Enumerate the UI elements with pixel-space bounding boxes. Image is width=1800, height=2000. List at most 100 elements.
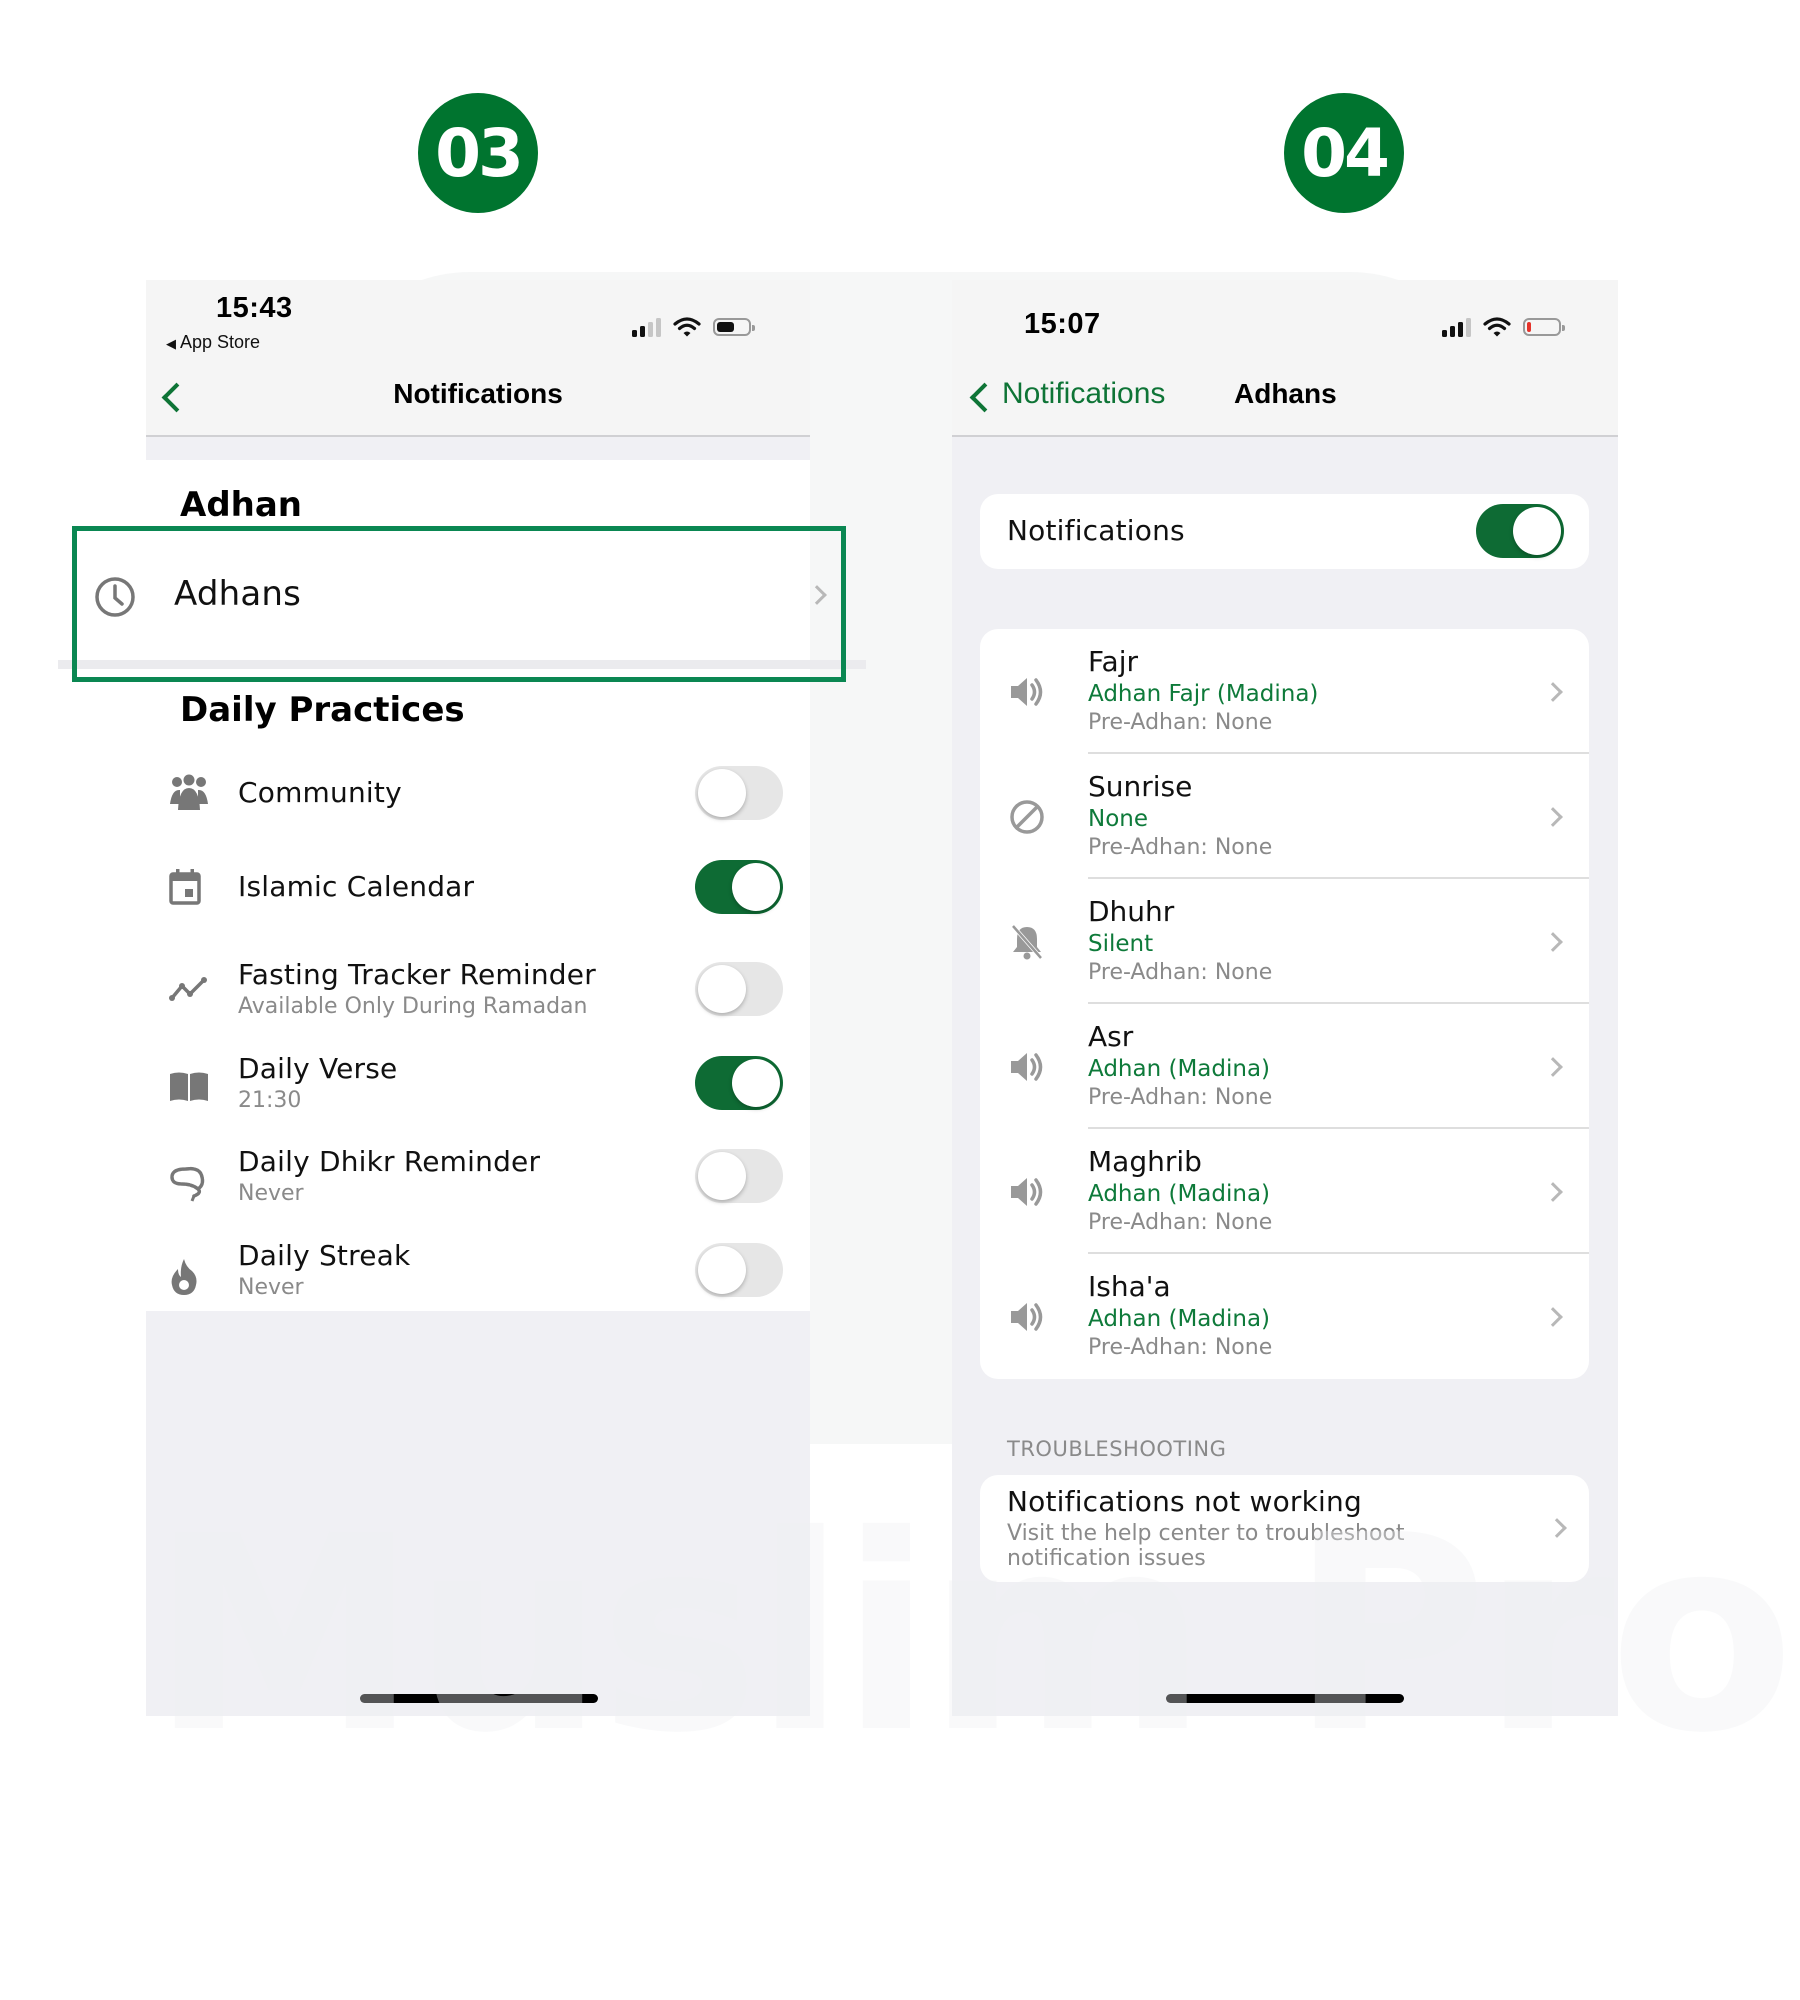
prayer-name: Maghrib [1088, 1145, 1202, 1178]
signal-bar [632, 330, 637, 337]
signal-bar [1458, 322, 1463, 337]
trend-line-icon [168, 976, 210, 1007]
wifi-icon [1483, 317, 1511, 337]
prayer-row-ishaa[interactable]: Isha'a Adhan (Madina) Pre-Adhan: None [980, 1254, 1589, 1379]
prayer-row-fajr[interactable]: Fajr Adhan Fajr (Madina) Pre-Adhan: None [980, 629, 1589, 754]
wifi-icon [673, 317, 701, 337]
prayer-sound: Silent [1088, 931, 1154, 957]
prayer-sound: Adhan (Madina) [1088, 1306, 1271, 1332]
section-header-adhan: Adhan [180, 485, 303, 525]
step-number: 03 [435, 114, 524, 192]
daily-practice-row: Daily Dhikr Reminder Never [146, 1145, 810, 1225]
prayer-pre-adhan: Pre-Adhan: None [1088, 710, 1273, 735]
community-icon [168, 774, 210, 817]
highlight-box [72, 526, 846, 682]
prayer-name: Fajr [1088, 645, 1138, 678]
book-icon [168, 1070, 210, 1109]
row-subtitle: Never [238, 1181, 304, 1206]
islamic-calendar-toggle[interactable] [695, 860, 783, 914]
prayer-name: Dhuhr [1088, 895, 1175, 928]
daily-practice-row: Islamic Calendar [146, 860, 810, 942]
step-badge-03: 03 [418, 93, 538, 213]
prayer-sound: Adhan Fajr (Madina) [1088, 681, 1319, 707]
page-title: Adhans [1234, 378, 1337, 409]
signal-bar [648, 322, 653, 337]
prayer-sound: Adhan (Madina) [1088, 1181, 1271, 1207]
daily-practice-row: Daily Verse 21:30 [146, 1052, 810, 1132]
row-title: Daily Dhikr Reminder [238, 1145, 541, 1178]
watermark-text: Muslim Pro [150, 1477, 1795, 1792]
cellular-signal-icon [632, 317, 661, 337]
signal-bar [1450, 326, 1455, 337]
status-icons [1442, 316, 1565, 338]
back-label: Notifications [1002, 377, 1166, 410]
prayer-list: Fajr Adhan Fajr (Madina) Pre-Adhan: None Su… [980, 629, 1589, 1379]
page-title: Notifications [393, 378, 563, 409]
status-time: 15:07 [1024, 308, 1101, 340]
back-to-app-link[interactable]: ◀ App Store [166, 332, 260, 353]
chevron-left-icon [969, 382, 1000, 413]
daily-practice-row: Fasting Tracker Reminder Available Only D… [146, 958, 810, 1038]
daily-streak-toggle[interactable] [695, 1243, 783, 1297]
row-subtitle: 21:30 [238, 1088, 302, 1113]
speaker-icon [1008, 1298, 1046, 1336]
step-badge-04: 04 [1284, 93, 1404, 213]
battery-icon [713, 318, 755, 336]
chevron-right-icon [1543, 807, 1563, 827]
status-icons [632, 316, 755, 338]
signal-bar [656, 318, 661, 337]
prayer-name: Isha'a [1088, 1270, 1171, 1303]
section-header-daily-practices: Daily Practices [180, 690, 465, 730]
prayer-row-maghrib[interactable]: Maghrib Adhan (Madina) Pre-Adhan: None [980, 1129, 1589, 1254]
prayer-pre-adhan: Pre-Adhan: None [1088, 1335, 1273, 1360]
nav-bar: 15:07 Notifications Adhans [952, 280, 1618, 437]
daily-practice-row: Community [146, 766, 810, 848]
speaker-icon [1008, 1173, 1046, 1211]
daily-dhikr-reminder-toggle[interactable] [695, 1149, 783, 1203]
cellular-signal-icon [1442, 317, 1471, 337]
signal-bar [1466, 318, 1471, 337]
row-title: Islamic Calendar [238, 870, 475, 903]
prayer-pre-adhan: Pre-Adhan: None [1088, 1085, 1273, 1110]
prayer-pre-adhan: Pre-Adhan: None [1088, 960, 1273, 985]
prayer-sound: Adhan (Madina) [1088, 1056, 1271, 1082]
step-number: 04 [1301, 114, 1390, 192]
prayer-row-asr[interactable]: Asr Adhan (Madina) Pre-Adhan: None [980, 1004, 1589, 1129]
chevron-right-icon [1543, 1182, 1563, 1202]
back-button[interactable]: Notifications [966, 372, 1176, 416]
notifications-label: Notifications [1007, 514, 1185, 547]
prayer-row-sunrise[interactable]: Sunrise None Pre-Adhan: None [980, 754, 1589, 879]
fasting-tracker-reminder-toggle[interactable] [695, 962, 783, 1016]
prayer-pre-adhan: Pre-Adhan: None [1088, 835, 1273, 860]
row-subtitle: Never [238, 1275, 304, 1300]
community-toggle[interactable] [695, 766, 783, 820]
prayer-name: Sunrise [1088, 770, 1193, 803]
back-app-label: App Store [180, 332, 261, 352]
chevron-right-icon [1543, 1307, 1563, 1327]
prayer-name: Asr [1088, 1020, 1134, 1053]
daily-verse-toggle[interactable] [695, 1056, 783, 1110]
chevron-right-icon [1543, 1057, 1563, 1077]
prayer-pre-adhan: Pre-Adhan: None [1088, 1210, 1273, 1235]
prayer-row-dhuhr[interactable]: Dhuhr Silent Pre-Adhan: None [980, 879, 1589, 1004]
speaker-icon [1008, 673, 1046, 711]
flame-icon [168, 1257, 200, 1302]
speaker-icon [1008, 1048, 1046, 1086]
row-subtitle: Available Only During Ramadan [238, 994, 588, 1019]
row-title: Community [238, 776, 402, 809]
prayer-sound: None [1088, 806, 1149, 832]
bell-slash-icon [1008, 923, 1046, 961]
row-title: Daily Verse [238, 1052, 398, 1085]
chevron-right-icon [1543, 682, 1563, 702]
calendar-icon [168, 868, 202, 911]
notifications-toggle[interactable] [1476, 504, 1564, 558]
row-title: Daily Streak [238, 1239, 411, 1272]
chevron-right-icon [1543, 932, 1563, 952]
signal-bar [640, 326, 645, 337]
daily-practice-row: Daily Streak Never [146, 1239, 810, 1319]
troubleshooting-section-label: TROUBLESHOOTING [1007, 1437, 1227, 1461]
battery-low-icon [1523, 318, 1565, 336]
notifications-master-card: Notifications [980, 494, 1589, 569]
row-title: Fasting Tracker Reminder [238, 958, 596, 991]
prayer-beads-icon [168, 1163, 208, 1208]
